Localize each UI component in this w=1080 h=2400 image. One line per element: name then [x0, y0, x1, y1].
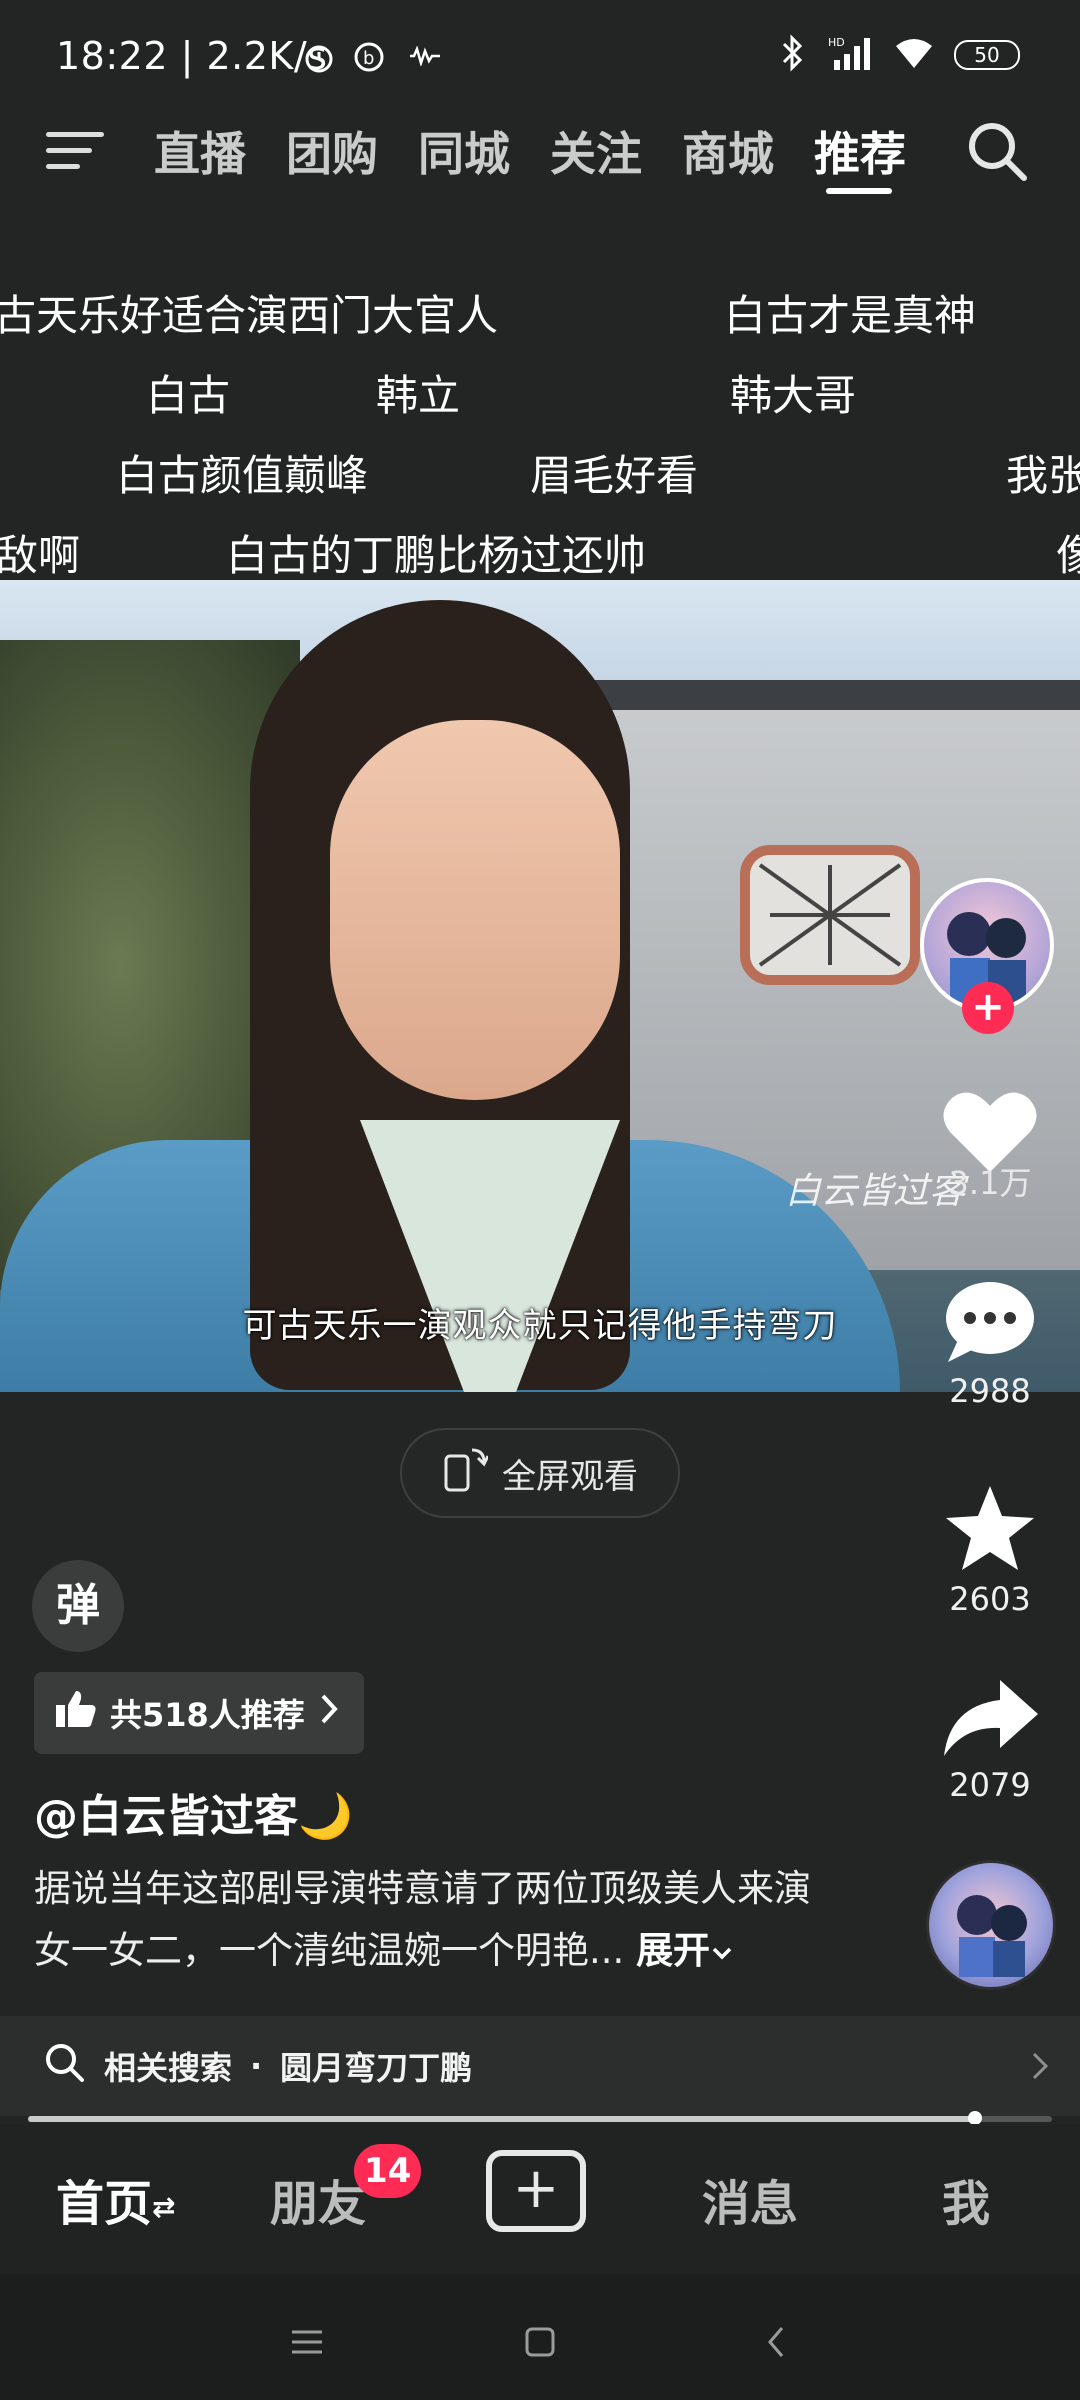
- author-name[interactable]: @白云皆过客🌙: [34, 1780, 353, 1844]
- thumbs-up-icon: [54, 1689, 98, 1737]
- tab-recommend[interactable]: 推荐: [814, 118, 906, 184]
- danmaku-comment: 白古颜值巅峰: [116, 451, 369, 500]
- nfc-icon: [408, 45, 442, 70]
- nav-messages[interactable]: 消息: [702, 2164, 798, 2234]
- chevron-right-icon: [1030, 2050, 1050, 2090]
- swap-icon: ⇄: [152, 2190, 176, 2224]
- video-description: 据说当年这部剧导演特意请了两位顶级美人来演 女一女二，一个清纯温婉一个明艳...…: [34, 1858, 854, 1982]
- search-icon: [42, 2040, 86, 2092]
- related-search-query: 圆月弯刀丁鹏: [280, 2049, 473, 2087]
- nav-home[interactable]: 首页⇄: [56, 2164, 175, 2234]
- recent-apps-icon[interactable]: [290, 2328, 324, 2360]
- search-icon[interactable]: [962, 116, 1032, 186]
- tab-mall[interactable]: 商城: [682, 118, 774, 184]
- like-button[interactable]: 3.1万: [920, 1086, 1060, 1204]
- danmaku-comment: 像: [1056, 531, 1080, 580]
- tab-following[interactable]: 关注: [550, 118, 642, 184]
- tab-group-buy[interactable]: 团购: [286, 118, 378, 184]
- danmaku-comment: 白古的丁鹏比杨过还帅: [226, 531, 647, 580]
- danmaku-comment: 白古才是真神: [724, 291, 977, 340]
- video-subtitle: 可古天乐一演观众就只记得他手持弯刀: [242, 1306, 838, 1346]
- danmaku-comment: 我张: [1006, 451, 1080, 500]
- recommend-label: 共518人推荐: [110, 1696, 305, 1734]
- data-saver-icon: b: [352, 40, 388, 78]
- playback-progress-bar[interactable]: [28, 2111, 1052, 2125]
- home-icon[interactable]: [524, 2326, 556, 2362]
- fullscreen-button[interactable]: 全屏观看: [400, 1428, 680, 1518]
- share-count: 2079: [949, 1766, 1031, 1804]
- video-window: [740, 845, 920, 985]
- share-arrow-icon: [940, 1680, 1040, 1764]
- description-line: 女一女二，一个清纯温婉一个明艳...: [34, 1929, 625, 1972]
- svg-text:HD: HD: [828, 36, 845, 49]
- related-search-bar[interactable]: 相关搜索 · 圆月弯刀丁鹏: [0, 2016, 1080, 2116]
- video-person-face: [330, 720, 620, 1100]
- progress-fill: [28, 2116, 976, 2122]
- fullscreen-label: 全屏观看: [502, 1456, 638, 1497]
- follow-plus-icon[interactable]: +: [962, 982, 1014, 1034]
- chevron-right-icon: [317, 1692, 341, 1734]
- battery-indicator: 50: [954, 40, 1020, 70]
- favorite-button[interactable]: 2603: [920, 1482, 1060, 1618]
- friends-badge: 14: [354, 2144, 422, 2198]
- tab-live[interactable]: 直播: [154, 118, 246, 184]
- comment-button[interactable]: 2988: [920, 1276, 1060, 1410]
- share-button[interactable]: 2079: [920, 1676, 1060, 1804]
- progress-knob[interactable]: [968, 2111, 983, 2125]
- expand-button[interactable]: 展开: [636, 1929, 734, 1972]
- description-line: 据说当年这部剧导演特意请了两位顶级美人来演: [34, 1867, 811, 1910]
- back-icon[interactable]: [764, 2324, 788, 2364]
- status-right: HD 50: [778, 34, 1020, 76]
- star-icon: [942, 1486, 1038, 1578]
- danmaku-toggle-button[interactable]: 弹: [32, 1560, 124, 1652]
- menu-icon[interactable]: [46, 124, 104, 172]
- related-search-prefix: 相关搜索: [104, 2049, 233, 2087]
- comment-icon: [940, 1282, 1040, 1370]
- create-post-button[interactable]: +: [486, 2150, 586, 2232]
- svg-text:b: b: [363, 48, 374, 69]
- signal-icon: HD: [828, 34, 874, 76]
- wifi-icon: [894, 36, 934, 74]
- status-time: 18:22 | 2.2K/s: [56, 34, 328, 78]
- related-search-separator: ·: [250, 2047, 263, 2085]
- recommend-pill[interactable]: 共518人推荐: [34, 1672, 364, 1754]
- danmaku-comment: 眉毛好看: [530, 451, 699, 500]
- active-tab-indicator: [826, 188, 892, 194]
- danmaku-comment: 韩大哥: [730, 371, 857, 420]
- author-avatar-button[interactable]: +: [920, 878, 1054, 1034]
- danmaku-comment: 古天乐好适合演西门大官人: [0, 291, 499, 340]
- danmaku-comment: 韩立: [376, 371, 461, 420]
- favorite-count: 2603: [949, 1580, 1031, 1618]
- bluetooth-icon: [778, 34, 808, 76]
- expand-label: 展开: [636, 1929, 711, 1972]
- top-nav: 直播 团购 同城 关注 商城 推荐: [0, 110, 1080, 200]
- nav-home-label: 首页: [56, 2176, 153, 2232]
- tab-local[interactable]: 同城: [418, 118, 510, 184]
- chevron-down-icon: [710, 1929, 734, 1972]
- nav-friends[interactable]: 朋友: [270, 2164, 366, 2234]
- video-player[interactable]: 白云皆过客 可古天乐一演观众就只记得他手持弯刀: [0, 580, 1080, 1392]
- rotate-screen-icon: [442, 1444, 490, 1503]
- comment-count: 2988: [949, 1372, 1031, 1410]
- music-disc-button[interactable]: [926, 1860, 1056, 1990]
- alarm-icon: [302, 40, 336, 78]
- bottom-nav: 首页⇄ 朋友 14 + 消息 我: [0, 2124, 1080, 2274]
- danmaku-comment: 敌啊: [0, 531, 81, 580]
- nav-me[interactable]: 我: [942, 2164, 990, 2234]
- app-root: 18:22 | 2.2K/s b HD 50 直播 团购 同城 关注 商城 推荐: [0, 0, 1080, 2400]
- danmaku-comment: 白古: [146, 371, 231, 420]
- system-nav-bar: [0, 2274, 1080, 2400]
